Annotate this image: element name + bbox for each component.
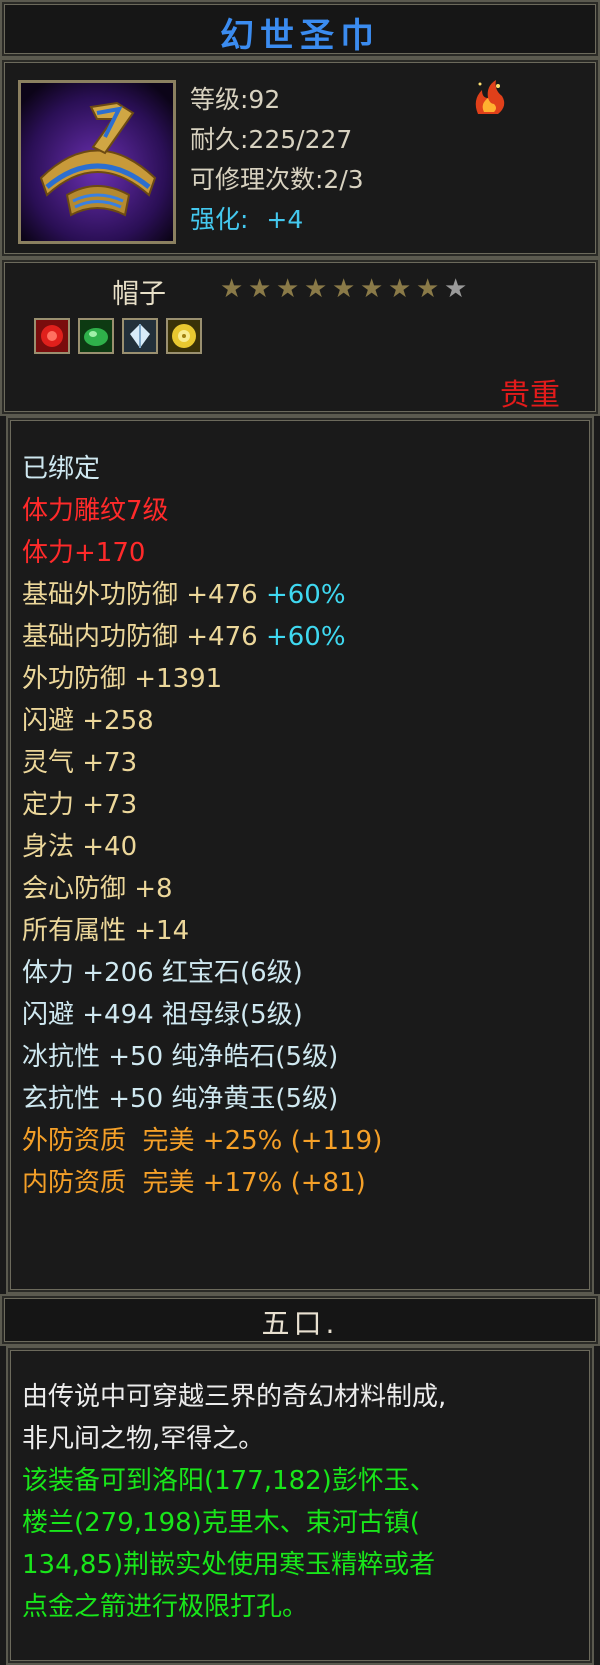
gem-attr-4: 玄抗性 +50 纯净黄玉(5级) [22, 1084, 339, 1114]
description-line: 非凡间之物,罕得之。 [22, 1424, 265, 1454]
star-filled-icon: ★ [276, 274, 300, 304]
rarity-label: 贵重 [500, 378, 560, 413]
title-bar: 幻世圣巾 [0, 0, 600, 58]
attr-bonus: +60% [265, 622, 346, 652]
bound-status: 已绑定 [22, 454, 101, 484]
dodge-attr: 闪避 +258 [22, 706, 154, 736]
spirit-attr: 灵气 +73 [22, 748, 138, 778]
engrave-attr: 体力雕纹7级 [22, 496, 169, 526]
quality-attr-1: 外防资质 完美 +25% (+119) [22, 1126, 383, 1156]
star-filled-icon: ★ [388, 274, 412, 304]
star-filled-icon: ★ [304, 274, 328, 304]
item-tooltip: 幻世圣巾 等级:92 耐久:225/227 可修理次数:2/3 强化: +4 帽… [0, 0, 600, 1665]
agility-attr: 身法 +40 [22, 832, 138, 862]
outer-defense-attr: 外功防御 +1391 [22, 664, 223, 694]
enhance-label: 强化: +4 [190, 200, 303, 236]
fire-icon [468, 76, 510, 118]
star-filled-icon: ★ [416, 274, 440, 304]
owner-name: 五口. [261, 1307, 339, 1340]
enhance-prefix: 强化: [190, 205, 249, 234]
hat-icon [21, 83, 173, 241]
enhance-value: +4 [266, 205, 304, 234]
description-line: 134,85)荆嵌实处使用寒玉精粹或者 [22, 1550, 436, 1580]
emerald-gem-icon [78, 318, 114, 354]
description-line: 该装备可到洛阳(177,182)彭怀玉、 [22, 1466, 436, 1496]
item-icon-frame [18, 80, 176, 244]
description-line: 由传说中可穿越三界的奇幻材料制成, [22, 1382, 447, 1412]
repair-count-label: 可修理次数:2/3 [190, 165, 364, 194]
attr-text: 基础内功防御 +476 [22, 622, 258, 652]
crit-defense-attr: 会心防御 +8 [22, 874, 173, 904]
ruby-gem-icon [34, 318, 70, 354]
item-type: 帽子 [112, 279, 166, 310]
star-empty-icon: ★ [444, 274, 468, 304]
star-filled-icon: ★ [248, 274, 272, 304]
quality-attr-2: 内防资质 完美 +17% (+81) [22, 1168, 366, 1198]
gem-attr-1: 体力 +206 红宝石(6级) [22, 958, 303, 988]
star-filled-icon: ★ [220, 274, 244, 304]
base-inner-defense-attr: 基础内功防御 +476 +60% [22, 616, 346, 653]
focus-attr: 定力 +73 [22, 790, 138, 820]
description-line: 点金之箭进行极限打孔。 [22, 1592, 309, 1622]
attr-text: 基础外功防御 +476 [22, 580, 258, 610]
gem-attr-3: 冰抗性 +50 纯净皓石(5级) [22, 1042, 339, 1072]
base-outer-defense-attr: 基础外功防御 +476 +60% [22, 574, 346, 611]
attr-bonus: +60% [265, 580, 346, 610]
durability-label: 耐久:225/227 [190, 125, 353, 154]
crystal-gem-icon [122, 318, 158, 354]
all-attributes-attr: 所有属性 +14 [22, 916, 190, 946]
jade-gem-icon [166, 318, 202, 354]
gem-attr-2: 闪避 +494 祖母绿(5级) [22, 1000, 303, 1030]
item-name: 幻世圣巾 [220, 16, 380, 56]
level-label: 等级:92 [190, 85, 281, 114]
star-filled-icon: ★ [332, 274, 356, 304]
description-line: 楼兰(279,198)克里木、束河古镇( [22, 1508, 420, 1538]
star-filled-icon: ★ [360, 274, 384, 304]
engrave-bonus-attr: 体力+170 [22, 538, 146, 568]
